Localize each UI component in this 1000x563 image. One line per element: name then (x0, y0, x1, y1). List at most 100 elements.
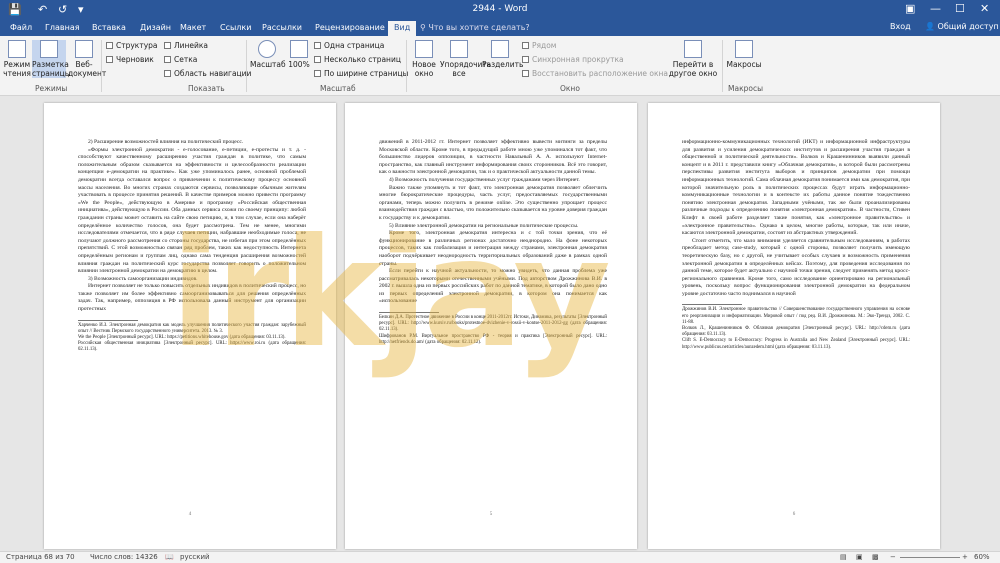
ribbon-options-icon[interactable]: ▣ (905, 2, 915, 15)
web-layout-button[interactable]: Веб-документ (68, 40, 106, 78)
zoom-100-label: 100% (288, 60, 310, 69)
ruler-checkbox[interactable]: Линейка (164, 41, 208, 50)
group-show-label: Показать (188, 84, 225, 93)
sync-scroll-button[interactable]: Синхронная прокрутка (522, 55, 624, 64)
group-zoom-label: Масштаб (320, 84, 356, 93)
zoom-in-icon[interactable]: + (962, 553, 968, 561)
switch-windows-button[interactable]: Перейти в другое окно (668, 40, 718, 78)
zoom-label: Масштаб (250, 60, 286, 69)
footnote: Российская общественная инициатива [Элек… (78, 341, 306, 353)
new-window-label: Новое окно (412, 60, 436, 78)
magnifier-icon (258, 40, 276, 58)
structure-checkbox[interactable]: Структура (106, 41, 158, 50)
ribbon-separator (246, 40, 247, 92)
split-label: Разделить (482, 60, 524, 69)
tab-layout[interactable]: Макет (180, 23, 206, 32)
print-layout-icon (40, 40, 58, 58)
print-layout-button[interactable]: Разметка страницы (32, 40, 71, 78)
language-indicator[interactable]: русский (180, 553, 210, 561)
status-bar: Страница 68 из 70 Число слов: 14326 📖 ру… (0, 551, 1000, 563)
page-counter[interactable]: Страница 68 из 70 (6, 553, 75, 561)
tell-me-text: Что вы хотите сделать? (428, 23, 530, 32)
paragraph: Стоит отметить, что мало внимания уделяе… (682, 237, 910, 297)
print-layout-icon[interactable]: ▣ (856, 553, 863, 561)
maximize-button[interactable]: ☐ (955, 2, 965, 15)
proofing-icon[interactable]: 📖 (165, 553, 174, 561)
multiple-pages-button[interactable]: Несколько страниц (314, 55, 401, 64)
page[interactable]: движений в 2011-2012 гг. Интернет позвол… (345, 103, 637, 549)
group-macros-label: Макросы (728, 84, 763, 93)
page[interactable]: информационно-коммуникационных технологи… (648, 103, 940, 549)
ribbon-separator (101, 40, 102, 92)
paragraph: Кроме того, электронная демократия интер… (379, 230, 607, 267)
share-button[interactable]: 👤 Общий доступ (925, 22, 999, 31)
read-mode-icon (8, 40, 26, 58)
tab-home[interactable]: Главная (45, 23, 80, 32)
group-views-label: Режимы (35, 84, 68, 93)
title-bar: 💾 ↶ ↺ ▾ 2944 - Word ▣ — ☐ ✕ (0, 0, 1000, 20)
close-button[interactable]: ✕ (980, 2, 989, 15)
tab-mailings[interactable]: Рассылки (262, 23, 302, 32)
word-count[interactable]: Число слов: 14326 (90, 553, 158, 561)
tab-review[interactable]: Рецензирование (315, 23, 385, 32)
paragraph: 2) Расширение возможностей влияния на по… (88, 139, 244, 145)
group-window-label: Окно (560, 84, 580, 93)
tell-me-search[interactable]: ⚲ Что вы хотите сделать? (420, 23, 530, 32)
sign-in-link[interactable]: Вход (890, 22, 911, 31)
split-button[interactable]: Разделить (482, 40, 523, 69)
switch-windows-label: Перейти в другое окно (668, 60, 718, 78)
footnote: Белкин Д.А. Протестное движение в России… (379, 315, 607, 333)
new-window-button[interactable]: Новое окно (410, 40, 438, 78)
side-by-side-button[interactable]: Рядом (522, 41, 556, 50)
zoom-out-icon[interactable]: − (890, 553, 896, 561)
footnote: Дрожжинов В.И. Электронное правительство… (682, 307, 910, 325)
print-layout-label: Разметка страницы (32, 60, 71, 78)
paragraph: 4) Возможность получения государственных… (389, 176, 580, 183)
document-area[interactable]: 2) Расширение возможностей влияния на по… (0, 97, 1000, 551)
switch-windows-icon (684, 40, 702, 58)
footnote: Волков Л., Крашенинников Ф. Облачная дем… (682, 326, 910, 338)
tab-view[interactable]: Вид (388, 21, 417, 36)
minimize-button[interactable]: — (930, 2, 941, 15)
one-page-button[interactable]: Одна страница (314, 41, 384, 50)
ribbon-separator (406, 40, 407, 92)
zoom-100-icon (290, 40, 308, 58)
nav-pane-checkbox[interactable]: Область навигации (164, 69, 251, 78)
footnote: Шифрованов Р.М. Виртуальное пространство… (379, 333, 607, 345)
read-mode-button[interactable]: Режим чтения (2, 40, 32, 78)
paragraph: Важно также упомянуть и тот факт, что эл… (379, 184, 607, 221)
footnote: Харченко И.З. Электронная демократия как… (78, 322, 306, 334)
zoom-slider[interactable] (900, 557, 960, 558)
tab-references[interactable]: Ссылки (220, 23, 251, 32)
page-number: 4 (188, 512, 192, 518)
window-title: 2944 - Word (472, 4, 528, 14)
page-number: 5 (489, 512, 493, 518)
draft-checkbox[interactable]: Черновик (106, 55, 154, 64)
paragraph: Если перейти к научной актуальности, то … (379, 268, 607, 305)
page-number: 6 (792, 512, 796, 518)
zoom-button[interactable]: Масштаб (250, 40, 286, 69)
new-window-icon (415, 40, 433, 58)
page-width-button[interactable]: По ширине страницы (314, 69, 409, 78)
web-layout-icon[interactable]: ▩ (872, 553, 879, 561)
footnote: Clift S. E-Democracy to E-Democracy: Pro… (682, 338, 910, 350)
tab-file[interactable]: Файл (10, 23, 32, 32)
paragraph: «Формы электронной демократии - e-голосо… (78, 146, 306, 275)
page[interactable]: 2) Расширение возможностей влияния на по… (44, 103, 336, 549)
macros-button[interactable]: Макросы (726, 40, 762, 69)
reset-window-button[interactable]: Восстановить расположение окна (522, 69, 668, 78)
tab-design[interactable]: Дизайн (140, 23, 171, 32)
arrange-all-button[interactable]: Упорядочить все (440, 40, 491, 78)
read-mode-label: Режим чтения (3, 60, 31, 78)
paragraph: информационно-коммуникационных технологи… (682, 139, 910, 237)
macros-icon (735, 40, 753, 58)
split-icon (491, 40, 509, 58)
read-mode-icon[interactable]: ▤ (840, 553, 847, 561)
zoom-level[interactable]: 60% (974, 553, 990, 561)
zoom-100-button[interactable]: 100% (286, 40, 312, 69)
tab-insert[interactable]: Вставка (92, 23, 126, 32)
share-label: Общий доступ (937, 22, 999, 31)
arrange-all-icon (450, 40, 468, 58)
paragraph: движений в 2011-2012 гг. Интернет позвол… (379, 139, 607, 176)
grid-checkbox[interactable]: Сетка (164, 55, 197, 64)
